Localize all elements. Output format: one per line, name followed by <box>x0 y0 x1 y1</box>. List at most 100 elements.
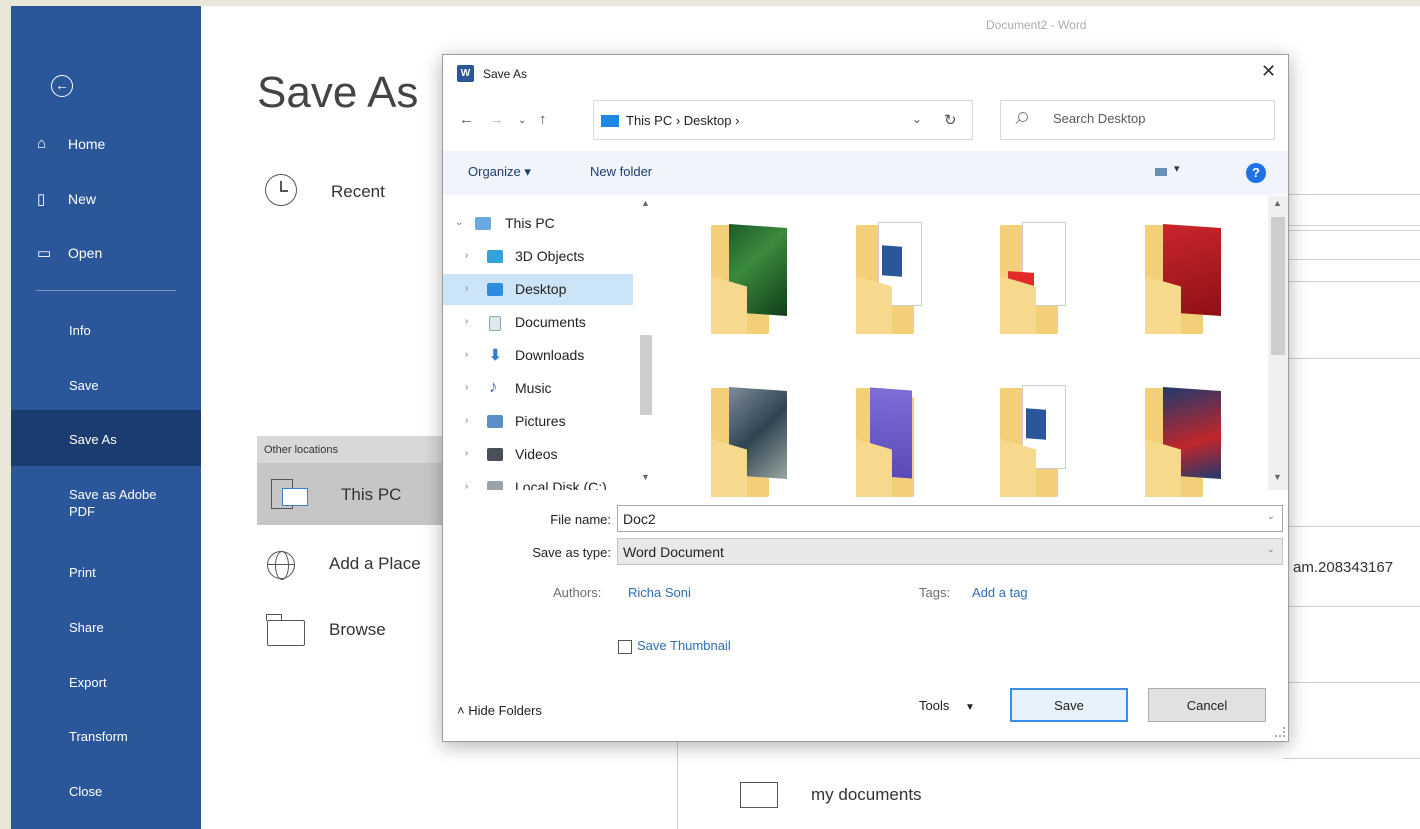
folder-item[interactable] <box>992 379 1082 504</box>
save-as-dialog: W Save As ✕ ← → ⌄ ↑ This PC › Desktop › … <box>442 54 1289 742</box>
new-folder-button[interactable]: New folder <box>590 164 652 179</box>
tags-value[interactable]: Add a tag <box>972 585 1028 600</box>
tree-item-downloads[interactable]: › ⬇ Downloads <box>443 340 633 371</box>
file-list <box>659 196 1288 497</box>
tree-item-label: Local Disk (C:) <box>515 479 607 490</box>
scroll-up-icon[interactable]: ▲ <box>641 198 650 208</box>
window-title: Document2 - Word <box>986 18 1087 32</box>
hide-folders-button[interactable]: ˄ Hide Folders <box>457 703 542 718</box>
recent-locations-chevron-icon[interactable]: ⌄ <box>518 115 526 126</box>
organize-button[interactable]: Organize ▾ <box>468 164 531 180</box>
sidebar-item-label: Transform <box>69 729 128 744</box>
up-arrow-icon[interactable]: ↑ <box>539 111 547 128</box>
folder-item[interactable] <box>848 216 938 341</box>
sidebar-item-info[interactable]: Info <box>11 309 201 355</box>
sidebar-item-label: Save As <box>69 432 117 447</box>
folder-item[interactable] <box>703 216 793 341</box>
location-label: This PC <box>341 485 402 504</box>
forward-arrow-icon[interactable]: → <box>489 111 504 128</box>
sidebar-item-label: New <box>68 191 97 207</box>
sidebar-item-save-as[interactable]: Save As <box>11 410 201 466</box>
chevron-down-icon[interactable]: ⌄ <box>1267 511 1275 522</box>
sidebar-item-save[interactable]: Save <box>11 364 201 410</box>
tree-item-label: Desktop <box>515 281 567 297</box>
sidebar-item-home[interactable]: ⌂ Home <box>11 122 201 168</box>
tree-item-videos[interactable]: › Videos <box>443 439 633 470</box>
chevron-right-icon[interactable]: › <box>465 448 468 459</box>
file-list-scroll-thumb[interactable] <box>1271 217 1285 355</box>
chevron-right-icon[interactable]: › <box>465 349 468 360</box>
location-browse[interactable]: Browse <box>329 620 386 640</box>
change-view-icon[interactable] <box>1155 162 1185 181</box>
sidebar-item-export[interactable]: Export <box>11 661 201 707</box>
chevron-down-icon[interactable]: ⌄ <box>912 112 922 126</box>
file-name-value[interactable]: Doc2 <box>623 511 656 527</box>
save-button[interactable]: Save <box>1010 688 1128 722</box>
location-add-a-place[interactable]: Add a Place <box>329 554 421 574</box>
sidebar-item-label: Info <box>69 323 91 338</box>
word-document-icon <box>882 245 902 277</box>
scroll-down-icon[interactable]: ▼ <box>1273 472 1282 482</box>
resize-grip-icon[interactable] <box>1275 727 1285 737</box>
breadcrumb[interactable]: This PC › Desktop › <box>626 113 739 128</box>
recent-file-path[interactable]: am.208343167 <box>1293 559 1393 576</box>
close-icon[interactable]: ✕ <box>1261 61 1276 82</box>
search-box[interactable] <box>1000 100 1275 140</box>
back-arrow-icon[interactable]: ← <box>459 111 474 128</box>
tree-item-documents[interactable]: › Documents <box>443 307 633 338</box>
chevron-right-icon[interactable]: › <box>465 250 468 261</box>
file-name-field[interactable]: Doc2 ⌄ <box>617 505 1283 532</box>
sidebar-divider <box>36 290 176 291</box>
command-bar: Organize ▾ New folder ? <box>443 151 1288 195</box>
tools-button[interactable]: Tools ▼ <box>919 698 975 713</box>
scroll-down-icon[interactable]: ▼ <box>641 472 650 482</box>
help-icon[interactable]: ? <box>1246 163 1266 183</box>
tree-item-music[interactable]: › ♪ Music <box>443 373 633 404</box>
tree-item-label: This PC <box>505 215 555 231</box>
save-thumbnail-label[interactable]: Save Thumbnail <box>637 638 731 653</box>
sidebar-item-new[interactable]: ▯ New <box>11 177 201 223</box>
tree-item-this-pc[interactable]: ⌄ This PC <box>443 208 633 239</box>
folder-icon <box>740 782 778 808</box>
sidebar-item-save-as-adobe-pdf[interactable]: Save as Adobe PDF <box>11 479 201 525</box>
background-field <box>1271 230 1420 260</box>
tree-item-desktop[interactable]: › Desktop <box>443 274 633 305</box>
back-arrow-icon[interactable]: ← <box>51 75 73 97</box>
sidebar-item-print[interactable]: Print <box>11 551 201 597</box>
save-thumbnail-checkbox[interactable] <box>618 640 632 654</box>
recent-location[interactable]: Recent <box>331 182 385 202</box>
navigation-scroll-thumb[interactable] <box>640 335 652 415</box>
recent-folder-my-documents[interactable]: my documents <box>811 785 922 805</box>
chevron-down-icon[interactable]: ⌄ <box>1267 544 1275 555</box>
refresh-icon[interactable]: ↻ <box>944 111 957 129</box>
tree-item-3d-objects[interactable]: › 3D Objects <box>443 241 633 272</box>
chevron-down-icon[interactable]: ⌄ <box>455 217 463 228</box>
sidebar-item-share[interactable]: Share <box>11 606 201 652</box>
sidebar-item-close[interactable]: Close <box>11 770 201 816</box>
cancel-button[interactable]: Cancel <box>1148 688 1266 722</box>
download-arrow-icon: ⬇ <box>489 347 502 364</box>
chevron-right-icon[interactable]: › <box>465 316 468 327</box>
chevron-up-icon: ˄ <box>457 703 465 718</box>
chevron-right-icon[interactable]: › <box>465 415 468 426</box>
chevron-right-icon[interactable]: › <box>465 481 468 490</box>
chevron-right-icon[interactable]: › <box>465 382 468 393</box>
folder-item[interactable] <box>992 216 1082 341</box>
computer-icon <box>475 217 491 230</box>
save-as-type-select[interactable]: Word Document ⌄ <box>617 538 1283 565</box>
location-this-pc[interactable]: This PC <box>257 463 447 525</box>
folder-item[interactable] <box>1137 216 1227 341</box>
new-document-icon: ▯ <box>37 191 46 208</box>
sidebar-item-open[interactable]: ▭ Open <box>11 231 201 277</box>
search-input[interactable] <box>1053 111 1263 126</box>
folder-item[interactable] <box>848 379 938 504</box>
folder-item[interactable] <box>1137 379 1227 504</box>
sidebar-item-transform[interactable]: Transform <box>11 715 201 761</box>
address-bar[interactable]: This PC › Desktop › ⌄ <box>593 100 973 140</box>
scroll-up-icon[interactable]: ▲ <box>1273 198 1282 208</box>
tree-item-local-disk[interactable]: › Local Disk (C:) <box>443 472 633 490</box>
chevron-right-icon[interactable]: › <box>465 283 468 294</box>
folder-item[interactable] <box>703 379 793 504</box>
authors-value[interactable]: Richa Soni <box>628 585 691 600</box>
tree-item-pictures[interactable]: › Pictures <box>443 406 633 437</box>
